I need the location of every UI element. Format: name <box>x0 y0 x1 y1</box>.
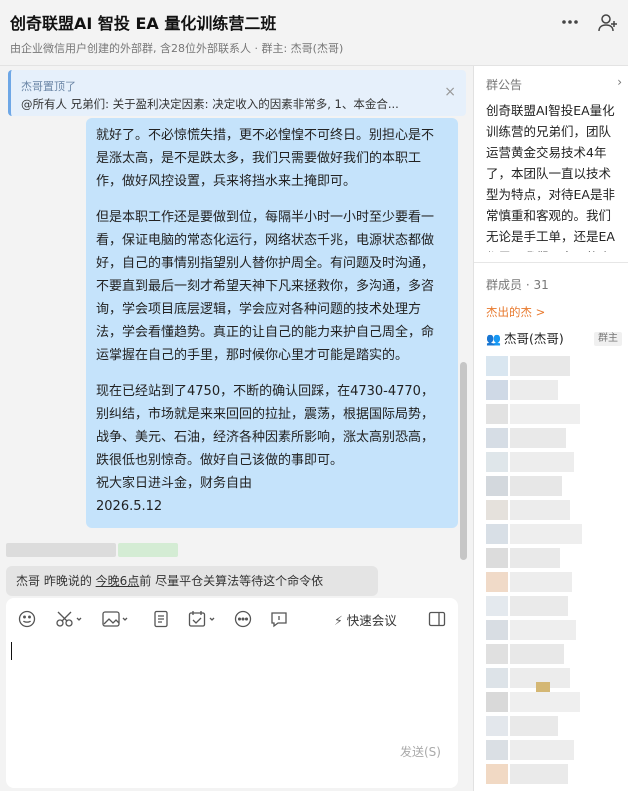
message-paragraph: 但是本职工作还是要做到位，每隔半小时一小时至少要看一看，保证电脑的常态化运行，网… <box>96 210 435 363</box>
blurred-member-list <box>486 356 620 786</box>
message-paragraph: 祝大家日进斗金，财务自由 <box>96 476 253 491</box>
quick-meeting-button[interactable]: ⚡ 快速会议 <box>334 610 397 629</box>
emoji-icon[interactable] <box>18 610 36 630</box>
avatar: 👥 <box>486 332 501 346</box>
more-circle-icon[interactable] <box>234 610 252 630</box>
members-link[interactable]: 杰出的杰 > <box>486 304 545 320</box>
document-icon[interactable] <box>152 610 170 630</box>
calendar-check-icon[interactable] <box>188 610 216 630</box>
comment-icon[interactable] <box>270 610 288 630</box>
member-name: 杰哥(杰哥) <box>503 331 564 346</box>
announcement-body[interactable]: 创奇联盟AI智投EA量化训练营的兄弟们，团队运营黄金交易技术4年了，本团队一直以… <box>486 100 622 252</box>
pin-author: 杰哥置顶了 <box>21 80 76 93</box>
blurred-sender <box>118 543 178 557</box>
quick-meeting-label: 快速会议 <box>346 613 397 628</box>
divider <box>474 262 628 263</box>
message-paragraph: 就好了。不必惊慌失措，更不必惶惶不可终日。别担心是不是涨太高，是不是跌太多，我们… <box>96 128 435 189</box>
group-info-panel: 群公告 › 创奇联盟AI智投EA量化训练营的兄弟们，团队运营黄金交易技术4年了，… <box>473 66 628 791</box>
close-icon[interactable]: × <box>444 84 456 100</box>
group-title: 创奇联盟AI 智投 EA 量化训练营二班 <box>10 14 277 33</box>
quote-link[interactable]: 今晚6点 <box>96 574 140 588</box>
owner-badge: 群主 <box>594 332 622 346</box>
lightning-icon: ⚡ <box>334 613 343 628</box>
image-icon[interactable] <box>102 610 128 630</box>
announcement-title: 群公告 <box>486 78 523 92</box>
message-bubble[interactable]: 就好了。不必惊慌失措，更不必惶惶不可终日。别担心是不是涨太高，是不是跌太多，我们… <box>86 118 458 528</box>
chat-header: 创奇联盟AI 智投 EA 量化训练营二班 由企业微信用户创建的外部群, 含28位… <box>0 0 628 66</box>
quoted-message[interactable]: 杰哥 昨晚说的 今晚6点前 尽量平仓关算法等待这个命令依 <box>6 566 378 596</box>
scissors-icon[interactable] <box>56 610 82 630</box>
more-dots-icon[interactable] <box>558 12 582 36</box>
message-composer[interactable]: ⚡ 快速会议 <box>6 598 458 788</box>
chevron-right-icon[interactable]: › <box>617 75 622 89</box>
quote-prefix: 杰哥 昨晚说的 <box>16 574 96 588</box>
chat-scrollbar[interactable] <box>460 362 467 560</box>
blurred-sender <box>6 543 116 557</box>
pin-text[interactable]: @所有人 兄弟们: 关于盈利决定因素: 决定收入的因素非常多, 1、本金合... <box>21 96 431 112</box>
member-owner[interactable]: 👥 杰哥(杰哥) 群主 <box>486 328 622 350</box>
chat-pane[interactable]: 杰哥置顶了 @所有人 兄弟们: 关于盈利决定因素: 决定收入的因素非常多, 1、… <box>0 66 473 791</box>
members-title: 群成员 · 31 <box>486 278 549 292</box>
panel-toggle-icon[interactable] <box>428 610 446 630</box>
pinned-message[interactable]: 杰哥置顶了 @所有人 兄弟们: 关于盈利决定因素: 决定收入的因素非常多, 1、… <box>8 70 466 116</box>
group-subtitle: 由企业微信用户创建的外部群, 含28位外部联系人 · 群主: 杰哥(杰哥) <box>10 42 344 55</box>
add-person-icon[interactable] <box>596 12 620 36</box>
quote-suffix: 前 尽量平仓关算法等待这个命令依 <box>139 574 324 588</box>
message-paragraph: 现在已经站到了4750，不断的确认回踩，在4730-4770，别纠结，市场就是来… <box>96 384 435 468</box>
text-caret <box>11 642 12 660</box>
send-button[interactable]: 发送(S) <box>400 743 441 760</box>
message-date: 2026.5.12 <box>96 499 163 514</box>
